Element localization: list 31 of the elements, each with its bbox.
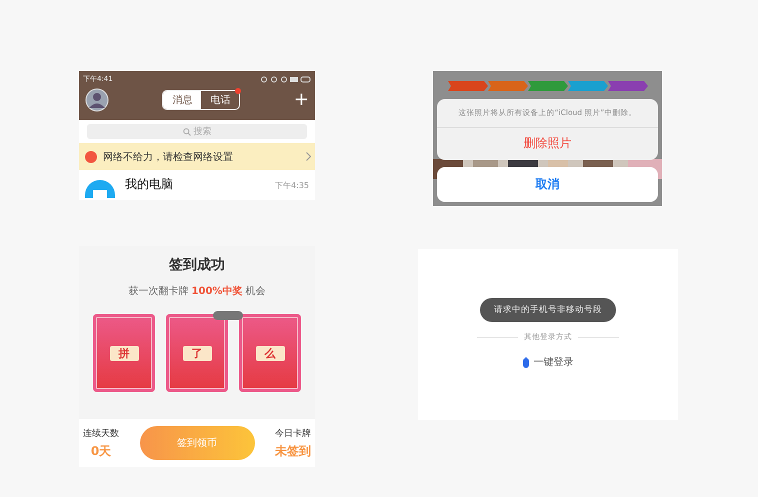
today-label: 今日卡牌: [275, 428, 311, 440]
tips-pill: [213, 311, 243, 320]
add-button[interactable]: +: [294, 91, 309, 109]
toast-message: 请求中的手机号非移动号段: [480, 298, 616, 322]
delete-button[interactable]: 删除照片: [437, 128, 658, 160]
search-field[interactable]: 搜索: [87, 124, 307, 139]
card-glyph: 了: [182, 346, 212, 360]
status-icons: [261, 76, 311, 82]
conversation-time: 下午4:35: [275, 180, 309, 191]
cancel-button[interactable]: 取消: [437, 167, 658, 202]
warning-text: 网络不给力，请检查网络设置: [103, 150, 234, 164]
search-icon: [182, 128, 190, 136]
checkin-subtitle: 获一次翻卡牌 100%中奖 机会: [128, 284, 266, 298]
checkin-title: 签到成功: [169, 256, 225, 274]
phone-icon: [522, 356, 528, 368]
warning-banner[interactable]: 网络不给力，请检查网络设置: [79, 143, 315, 170]
conversation-name[interactable]: 我的电脑: [125, 176, 266, 193]
prize-card[interactable]: 了: [166, 314, 228, 392]
tab[interactable]: 消息: [163, 91, 202, 109]
streak-value: 0天: [90, 442, 112, 460]
one-tap-login-button[interactable]: 一键登录: [522, 355, 574, 369]
chevron-icon: [306, 152, 311, 161]
streak-label: 连续天数: [83, 428, 119, 440]
prize-card[interactable]: 么: [239, 314, 301, 392]
tab[interactable]: 电话: [201, 91, 240, 109]
avatar[interactable]: [85, 88, 109, 112]
today-value: 未签到: [275, 442, 311, 460]
card-glyph: 拼: [110, 346, 138, 360]
prize-card[interactable]: 拼: [93, 314, 155, 392]
warning-icon: [85, 150, 97, 162]
card-glyph: 么: [256, 346, 284, 360]
